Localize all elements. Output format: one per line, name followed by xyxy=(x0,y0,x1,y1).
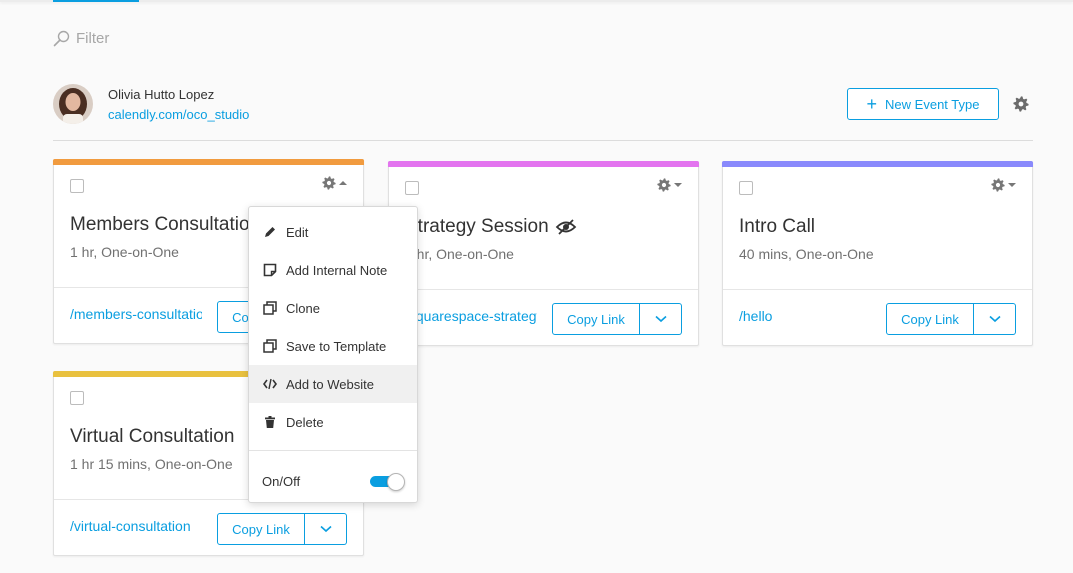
clone-icon xyxy=(262,300,278,316)
chevron-down-icon xyxy=(654,315,667,323)
user-link[interactable]: calendly.com/oco_studio xyxy=(108,107,249,122)
copy-link-button[interactable]: Copy Link xyxy=(552,303,640,335)
copy-link-button[interactable]: Copy Link xyxy=(217,513,305,545)
search-icon xyxy=(53,30,70,47)
card-checkbox[interactable] xyxy=(405,181,419,195)
menu-item-save-to-template[interactable]: Save to Template xyxy=(249,327,417,365)
event-slug-link[interactable]: /hello xyxy=(739,308,772,324)
share-dropdown-button[interactable] xyxy=(305,513,347,545)
menu-item-label: Save to Template xyxy=(286,338,387,354)
copy-link-button[interactable]: Copy Link xyxy=(886,303,974,335)
gear-icon xyxy=(991,178,1005,192)
copy-link-group: Copy Link xyxy=(552,303,682,335)
menu-item-add-to-website[interactable]: Add to Website xyxy=(249,365,417,403)
caret-up-icon xyxy=(339,181,347,185)
event-slug-link[interactable]: /members-consultation xyxy=(70,306,202,322)
plus-icon: + xyxy=(866,94,878,114)
top-bar-shadow xyxy=(0,0,1073,2)
event-subtitle: 1 hr, One-on-One xyxy=(70,244,179,260)
event-title: Intro Call xyxy=(739,216,816,237)
event-title: Virtual Consultation xyxy=(70,426,235,447)
card-settings-button[interactable] xyxy=(657,178,682,192)
filter-input[interactable]: Filter xyxy=(76,30,109,47)
menu-item-label: Delete xyxy=(286,414,324,430)
avatar xyxy=(53,84,93,124)
toggle-knob xyxy=(387,473,405,491)
card-checkbox[interactable] xyxy=(70,391,84,405)
chevron-down-icon xyxy=(319,525,332,533)
caret-down-icon xyxy=(1008,183,1016,187)
card-color-stripe xyxy=(388,161,699,167)
copy-link-group: Copy Link xyxy=(217,513,347,545)
menu-item-label: Add to Website xyxy=(286,376,374,392)
new-event-type-label: New Event Type xyxy=(885,96,980,112)
menu-divider xyxy=(249,450,417,451)
note-icon xyxy=(262,262,278,278)
card-settings-button[interactable] xyxy=(322,176,347,190)
on-off-toggle[interactable] xyxy=(370,473,405,491)
event-title: Strategy Session xyxy=(405,216,577,238)
menu-item-label: Edit xyxy=(286,224,309,240)
event-actions-menu: Edit Add Internal Note Clone Save to Tem… xyxy=(248,206,418,503)
copy-link-group: Copy Link xyxy=(886,303,1016,335)
card-checkbox[interactable] xyxy=(739,181,753,195)
share-dropdown-button[interactable] xyxy=(974,303,1016,335)
trash-icon xyxy=(262,414,278,430)
on-off-row: On/Off xyxy=(249,459,417,503)
card-color-stripe xyxy=(53,159,364,165)
card-checkbox[interactable] xyxy=(70,179,84,193)
gear-icon xyxy=(657,178,671,192)
event-subtitle: 1 hr 15 mins, One-on-One xyxy=(70,456,233,472)
event-card: Intro Call 40 mins, One-on-One /hello Co… xyxy=(722,161,1033,346)
user-name: Olivia Hutto Lopez xyxy=(108,86,215,102)
event-slug-link[interactable]: /virtual-consultation xyxy=(70,518,191,534)
chevron-down-icon xyxy=(988,315,1001,323)
eye-slash-icon xyxy=(555,219,576,235)
new-event-type-button[interactable]: + New Event Type xyxy=(847,88,999,120)
pencil-icon xyxy=(262,224,278,240)
card-color-stripe xyxy=(722,161,1033,167)
share-dropdown-button[interactable] xyxy=(640,303,682,335)
event-slug-link[interactable]: /squarespace-strategy xyxy=(405,308,537,324)
card-divider xyxy=(389,289,698,290)
event-subtitle: 40 mins, One-on-One xyxy=(739,246,874,262)
event-subtitle: 1 hr, One-on-One xyxy=(405,246,514,262)
caret-down-icon xyxy=(674,183,682,187)
code-icon xyxy=(262,376,278,392)
on-off-label: On/Off xyxy=(262,473,301,489)
menu-item-clone[interactable]: Clone xyxy=(249,289,417,327)
card-settings-button[interactable] xyxy=(991,178,1016,192)
menu-item-label: Clone xyxy=(286,300,320,316)
menu-item-label: Add Internal Note xyxy=(286,262,388,278)
event-card: Strategy Session 1 hr, One-on-One /squar… xyxy=(388,161,699,346)
menu-item-add-internal-note[interactable]: Add Internal Note xyxy=(249,251,417,289)
active-tab-indicator xyxy=(53,0,139,2)
menu-item-edit[interactable]: Edit xyxy=(249,213,417,251)
divider xyxy=(53,140,1033,141)
menu-item-delete[interactable]: Delete xyxy=(249,403,417,441)
filter-bar[interactable]: Filter xyxy=(53,30,109,47)
gear-icon[interactable] xyxy=(1013,96,1029,117)
event-title: Members Consultation xyxy=(70,214,261,235)
user-info: Olivia Hutto Lopez calendly.com/oco_stud… xyxy=(53,84,249,124)
template-icon xyxy=(262,338,278,354)
card-divider xyxy=(723,289,1032,290)
gear-icon xyxy=(322,176,336,190)
